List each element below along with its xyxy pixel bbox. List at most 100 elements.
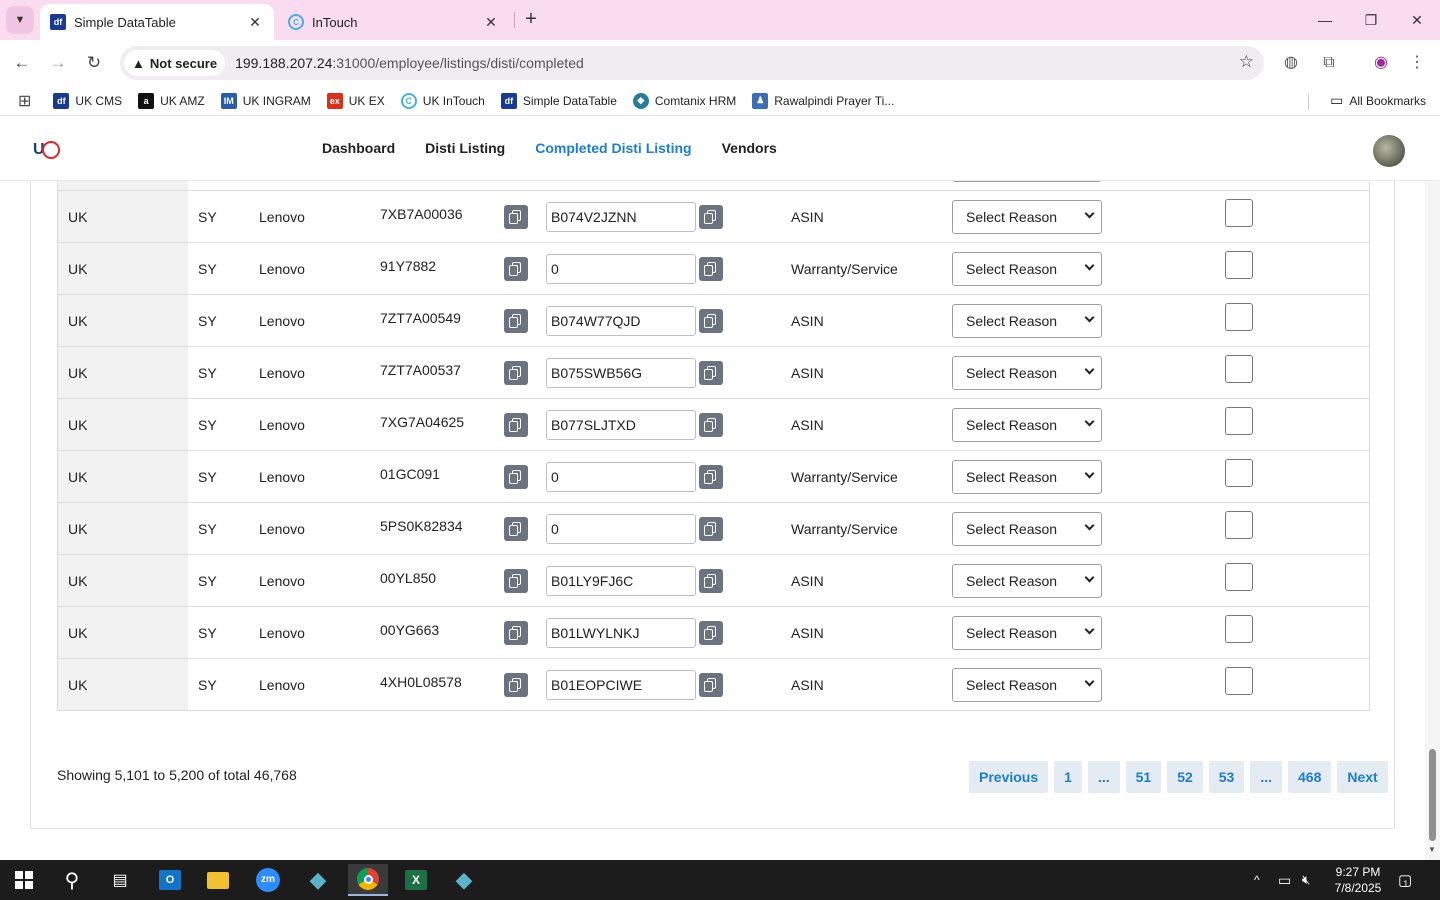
page-button[interactable]: ... [1087,761,1120,793]
new-tab-icon[interactable]: + [520,8,542,30]
scroll-down-icon[interactable]: ▼ [1428,845,1436,854]
page-button[interactable]: 51 [1125,761,1162,793]
app-diamond-icon-2[interactable]: ◆ [444,864,484,896]
address-bar[interactable]: ▲ Not secure 199.188.207.24:31000/employ… [120,46,1264,80]
page-button[interactable]: ... [1250,761,1283,793]
copy-asin-button[interactable] [699,621,723,645]
outlook-icon[interactable]: O [150,864,190,896]
tab-simple-datatable[interactable]: df Simple DataTable ✕ [40,4,274,40]
row-checkbox[interactable] [1225,303,1253,331]
copy-part-button[interactable] [504,569,528,593]
system-clock[interactable]: 9:27 PM 7/8/2025 [1330,864,1386,896]
row-checkbox[interactable] [1225,459,1253,487]
asin-input[interactable] [546,566,696,596]
menu-kebab-icon[interactable]: ⋮ [1404,50,1430,76]
row-checkbox[interactable] [1225,355,1253,383]
asin-input[interactable] [546,514,696,544]
translate-globe-icon[interactable]: ◍ [1278,50,1304,76]
app-diamond-icon[interactable]: ◆ [298,864,338,896]
reason-select[interactable]: Select Reason [952,668,1102,702]
minimize-icon[interactable]: — [1310,8,1340,32]
profile-icon[interactable]: ◉ [1368,50,1394,76]
reason-select[interactable]: Select Reason [952,616,1102,650]
nav-vendors[interactable]: Vendors [722,140,777,156]
copy-asin-button[interactable] [699,517,723,541]
bookmark-uk-intouch[interactable]: C UK InTouch [400,92,485,109]
bookmark-uk-ingram[interactable]: IM UK INGRAM [220,92,311,109]
bookmark-comtanix-hrm[interactable]: ◆ Comtanix HRM [632,92,736,109]
page-button[interactable]: 468 [1288,761,1332,793]
volume-muted-icon[interactable]: 🔇︎ [1302,860,1310,900]
copy-part-button[interactable] [504,361,528,385]
close-tab-icon[interactable]: ✕ [482,14,500,31]
page-button[interactable]: 1 [1054,761,1082,793]
row-checkbox[interactable] [1225,563,1253,591]
url-text[interactable]: 199.188.207.24:31000/employee/listings/d… [235,55,584,71]
reason-select[interactable]: Select Reason [952,460,1102,494]
avatar[interactable] [1373,135,1405,167]
asin-input[interactable] [546,306,696,336]
page-button[interactable]: 52 [1167,761,1203,793]
restore-icon[interactable]: ❐ [1356,8,1386,32]
nav-completed-disti-listing[interactable]: Completed Disti Listing [535,140,691,156]
chrome-icon[interactable] [348,864,388,896]
reason-select[interactable]: Select Reason [952,304,1102,338]
copy-part-button[interactable] [504,205,528,229]
tray-chevron-icon[interactable]: ^ [1254,860,1260,900]
reason-select[interactable]: Select Reason [952,564,1102,598]
row-checkbox[interactable] [1225,511,1253,539]
tab-search-dropdown-icon[interactable]: ▼ [6,6,34,34]
copy-asin-button[interactable] [699,205,723,229]
copy-asin-button[interactable] [699,569,723,593]
scrollbar-thumb[interactable] [1429,749,1436,841]
bookmark-uk-cms[interactable]: df UK CMS [53,92,122,109]
reason-select[interactable]: Select Reason [952,200,1102,234]
close-window-icon[interactable]: ✕ [1402,8,1432,32]
row-checkbox[interactable] [1225,251,1253,279]
asin-input[interactable] [546,670,696,700]
reason-select[interactable]: Select Reason [952,252,1102,286]
bookmark-star-icon[interactable]: ☆ [1239,52,1254,72]
copy-asin-button[interactable] [699,257,723,281]
copy-part-button[interactable] [504,257,528,281]
copy-asin-button[interactable] [699,309,723,333]
bookmark-simple-datatable[interactable]: df Simple DataTable [500,92,617,109]
bookmark-uk-ex[interactable]: ex UK EX [326,92,385,109]
close-tab-icon[interactable]: ✕ [246,14,264,31]
reason-select[interactable]: Select Reason [952,356,1102,390]
copy-part-button[interactable] [504,673,528,697]
reason-select[interactable]: Select Reason [952,512,1102,546]
task-view-icon[interactable]: ▤ [100,864,140,896]
copy-asin-button[interactable] [699,465,723,489]
bookmark-rawalpindi-prayer[interactable]: ♟ Rawalpindi Prayer Ti... [752,92,894,109]
nav-dashboard[interactable]: Dashboard [322,140,395,156]
page-button[interactable]: Previous [969,761,1049,793]
row-checkbox[interactable] [1225,407,1253,435]
copy-asin-button[interactable] [699,361,723,385]
asin-input[interactable] [546,618,696,648]
asin-input[interactable] [546,410,696,440]
row-checkbox[interactable] [1225,199,1253,227]
search-icon[interactable]: ⚲ [52,864,92,896]
reload-icon[interactable]: ↻ [80,49,108,77]
copy-asin-button[interactable] [699,413,723,437]
zoom-icon[interactable]: zm [248,864,288,896]
copy-asin-button[interactable] [699,673,723,697]
row-checkbox[interactable] [1225,615,1253,643]
notifications-icon[interactable]: ▢ 1 [1398,860,1412,900]
windows-start-icon[interactable] [4,864,44,896]
copy-part-button[interactable] [504,309,528,333]
network-icon[interactable]: ▭ [1278,860,1291,900]
apps-grid-icon[interactable]: ⊞ [18,91,31,111]
asin-input[interactable] [546,462,696,492]
copy-part-button[interactable] [504,621,528,645]
back-icon[interactable]: ← [8,49,36,77]
copy-part-button[interactable] [504,465,528,489]
copy-part-button[interactable] [504,413,528,437]
page-scrollbar[interactable]: ▲ ▼ [1425,121,1440,860]
row-checkbox[interactable] [1225,667,1253,695]
copy-part-button[interactable] [504,517,528,541]
page-button[interactable]: Next [1337,761,1388,793]
excel-icon[interactable]: X [396,864,436,896]
tab-intouch[interactable]: C InTouch ✕ [278,4,510,40]
